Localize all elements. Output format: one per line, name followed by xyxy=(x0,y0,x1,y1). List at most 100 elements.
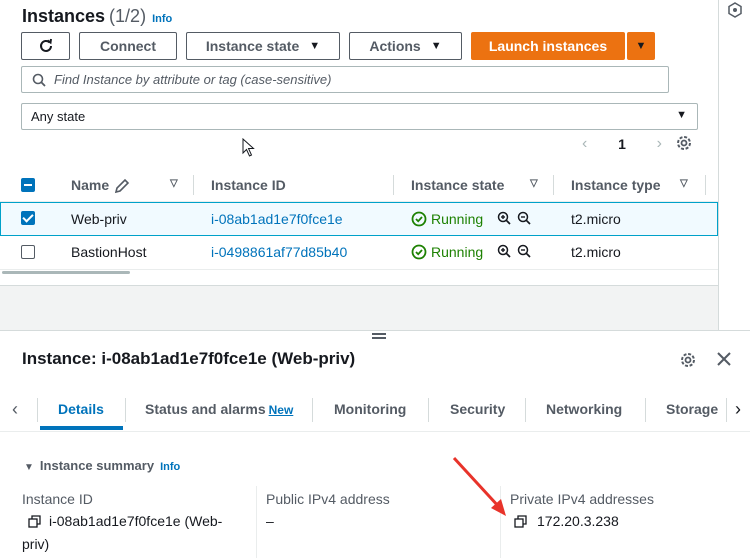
summary-label: Instance summary xyxy=(39,458,155,473)
caret-down-icon: ▼ xyxy=(430,40,442,52)
chevron-left-icon[interactable]: ‹ xyxy=(582,135,587,153)
tab-monitoring[interactable]: Monitoring xyxy=(334,401,406,417)
launch-label: Launch instances xyxy=(488,38,608,54)
page-title: Instances (1/2) Info xyxy=(22,6,172,27)
zoom-controls xyxy=(497,244,531,258)
settings-gear-icon[interactable] xyxy=(675,134,693,152)
state-filter-select[interactable]: Any state ▼ xyxy=(21,103,698,130)
tab-networking[interactable]: Networking xyxy=(546,401,622,417)
tab-divider xyxy=(312,398,313,422)
info-link[interactable]: Info xyxy=(160,461,180,473)
instance-id-link[interactable]: i-0498861af77d85b40 xyxy=(211,244,347,260)
resize-handle-icon[interactable] xyxy=(372,333,386,341)
select-all-checkbox[interactable] xyxy=(21,178,35,192)
chevron-right-icon[interactable]: › xyxy=(657,135,662,153)
split-divider xyxy=(0,330,750,331)
column-divider xyxy=(393,175,394,195)
actions-button[interactable]: Actions ▼ xyxy=(349,32,462,60)
public-ip-label: Public IPv4 address xyxy=(266,491,390,507)
instance-type: t2.micro xyxy=(571,244,621,260)
check-circle-icon xyxy=(411,244,427,260)
column-instance-id[interactable]: Instance ID xyxy=(211,177,286,193)
annotation-arrow-icon xyxy=(452,456,506,516)
panel-gap xyxy=(0,285,718,330)
column-name[interactable]: Name xyxy=(71,177,109,193)
active-tab-indicator xyxy=(40,426,123,430)
tab-storage[interactable]: Storage xyxy=(666,401,718,417)
caret-down-icon: ▼ xyxy=(309,40,321,52)
actions-label: Actions xyxy=(369,38,421,54)
search-input[interactable]: Find Instance by attribute or tag (case-… xyxy=(21,66,669,93)
instance-id-link[interactable]: i-08ab1ad1e7f0fce1e xyxy=(211,211,343,227)
instance-type: t2.micro xyxy=(571,211,621,227)
copy-icon[interactable] xyxy=(28,514,41,528)
title-text: Instances xyxy=(22,6,106,26)
table-row[interactable]: BastionHost i-0498861af77d85b40 Running … xyxy=(0,236,718,270)
column-instance-state[interactable]: Instance state xyxy=(411,177,504,193)
private-ip-text: 172.20.3.238 xyxy=(537,513,619,529)
status-running: Running xyxy=(411,244,483,260)
column-divider xyxy=(193,175,194,195)
chevron-left-icon[interactable]: ‹ xyxy=(12,399,18,420)
connect-label: Connect xyxy=(100,38,156,54)
instance-name: Web-priv xyxy=(71,211,127,227)
instance-name: BastionHost xyxy=(71,244,147,260)
connect-button[interactable]: Connect xyxy=(79,32,177,60)
details-title: Instance: i-08ab1ad1e7f0fce1e (Web-priv) xyxy=(22,349,356,368)
instance-summary-header[interactable]: ▼ Instance summary Info xyxy=(24,458,180,473)
hexagon-icon[interactable] xyxy=(727,2,743,18)
current-page[interactable]: 1 xyxy=(618,136,626,152)
column-instance-type[interactable]: Instance type xyxy=(571,177,660,193)
zoom-out-icon[interactable] xyxy=(517,244,531,258)
info-link[interactable]: Info xyxy=(152,13,172,25)
tab-divider xyxy=(726,398,727,422)
tab-divider xyxy=(125,398,126,422)
tab-status-alarms-label: Status and alarms xyxy=(145,401,266,417)
tab-divider xyxy=(37,398,38,422)
tab-details[interactable]: Details xyxy=(58,401,104,417)
sort-down-icon[interactable]: ▽ xyxy=(170,178,178,189)
right-rail xyxy=(718,0,750,330)
caret-down-icon: ▼ xyxy=(676,109,687,121)
instance-id-text: i-08ab1ad1e7f0fce1e (Web- xyxy=(49,513,223,529)
private-ip-value: 172.20.3.238 xyxy=(514,513,619,529)
search-icon xyxy=(32,73,46,87)
row-checkbox[interactable] xyxy=(21,245,35,259)
column-divider xyxy=(256,486,257,558)
launch-dropdown-button[interactable]: ▼ xyxy=(627,32,655,60)
private-ip-label: Private IPv4 addresses xyxy=(510,491,654,507)
refresh-button[interactable] xyxy=(21,32,70,60)
sort-down-icon[interactable]: ▽ xyxy=(530,178,538,189)
check-circle-icon xyxy=(411,211,427,227)
mouse-cursor-icon xyxy=(242,138,255,157)
state-label: Running xyxy=(431,211,484,227)
public-ip-value: – xyxy=(266,513,274,529)
horizontal-scrollbar[interactable] xyxy=(2,271,130,274)
selection-count: (1/2) xyxy=(109,6,147,26)
table-row[interactable]: Web-priv i-08ab1ad1e7f0fce1e Running t2.… xyxy=(0,202,718,236)
close-icon[interactable] xyxy=(716,351,732,367)
status-running: Running xyxy=(411,211,483,227)
launch-instances-button[interactable]: Launch instances xyxy=(471,32,625,60)
pagination: ‹ 1 › xyxy=(582,134,662,154)
table-header: Name ▽ Instance ID Instance state ▽ Inst… xyxy=(0,170,718,202)
zoom-in-icon[interactable] xyxy=(497,244,511,258)
zoom-controls xyxy=(497,211,531,225)
tab-divider xyxy=(525,398,526,422)
tab-status-alarms[interactable]: Status and alarms New xyxy=(145,401,293,417)
tab-security[interactable]: Security xyxy=(450,401,505,417)
row-checkbox[interactable] xyxy=(21,211,35,225)
tab-divider xyxy=(428,398,429,422)
tab-divider xyxy=(645,398,646,422)
instance-id-text-cont: priv) xyxy=(22,536,50,552)
zoom-in-icon[interactable] xyxy=(497,211,511,225)
settings-gear-icon[interactable] xyxy=(679,351,697,369)
sort-down-icon[interactable]: ▽ xyxy=(680,178,688,189)
search-placeholder: Find Instance by attribute or tag (case-… xyxy=(54,72,332,87)
chevron-right-icon[interactable]: › xyxy=(735,399,741,420)
zoom-out-icon[interactable] xyxy=(517,211,531,225)
instance-state-button[interactable]: Instance state ▼ xyxy=(186,32,340,60)
instance-id-value: i-08ab1ad1e7f0fce1e (Web- xyxy=(28,513,222,529)
caret-down-icon: ▼ xyxy=(24,462,34,473)
instance-id-label: Instance ID xyxy=(22,491,93,507)
